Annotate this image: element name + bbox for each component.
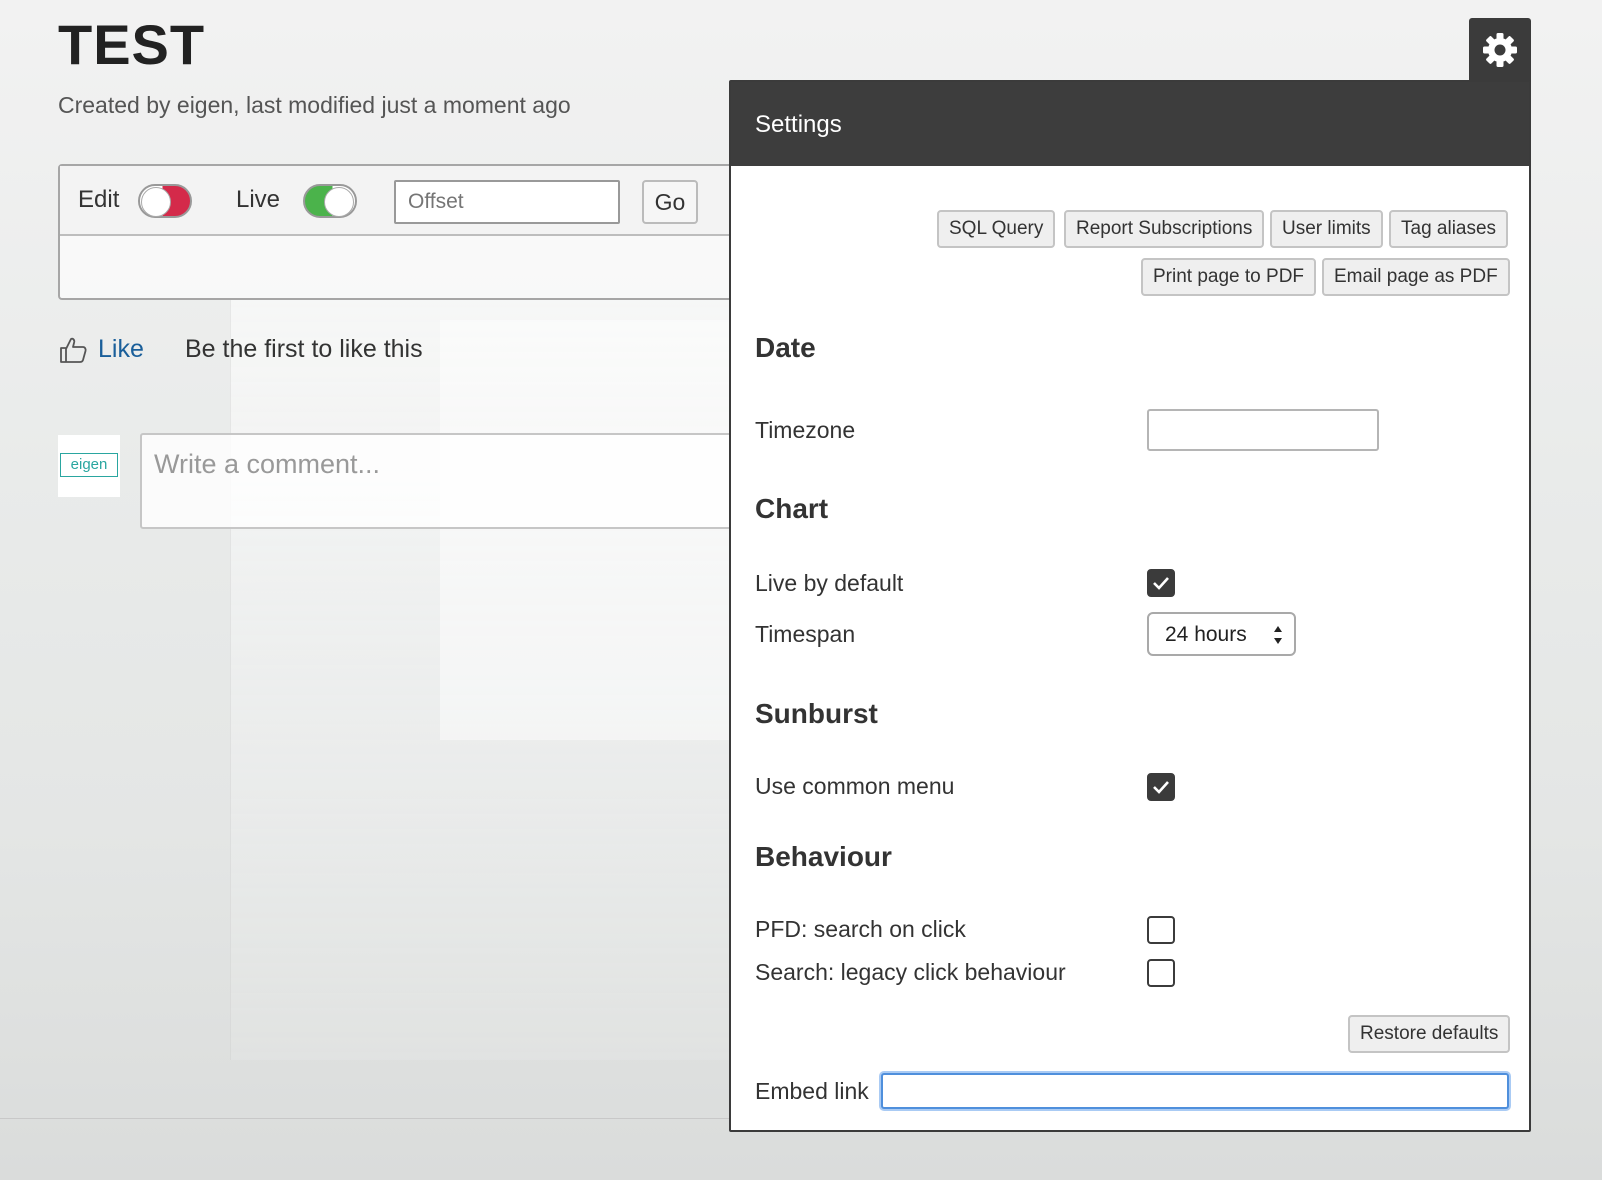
tag-aliases-button[interactable]: Tag aliases: [1389, 210, 1509, 248]
go-button[interactable]: Go: [642, 180, 698, 224]
gear-icon: [1483, 33, 1517, 67]
avatar[interactable]: eigen: [58, 435, 120, 497]
comment-placeholder: Write a comment...: [154, 449, 381, 479]
section-date: Date: [755, 332, 816, 363]
edit-toggle[interactable]: [138, 184, 192, 218]
edit-label: Edit: [78, 186, 120, 213]
pfd-search-checkbox[interactable]: [1147, 916, 1175, 944]
section-chart: Chart: [755, 493, 829, 524]
timezone-label: Timezone: [755, 417, 856, 443]
page-meta: Created by eigen, last modified just a m…: [58, 92, 571, 118]
legacy-click-label: Search: legacy click behaviour: [755, 959, 1066, 985]
user-limits-button[interactable]: User limits: [1270, 210, 1383, 248]
pfd-search-label: PFD: search on click: [755, 916, 966, 942]
background-image-detail: [440, 320, 740, 740]
controls-toolbar: Edit Live Go: [60, 166, 756, 236]
offset-input[interactable]: [394, 180, 620, 224]
footer-divider: [0, 1118, 760, 1119]
edit-toggle-knob: [141, 187, 171, 217]
print-page-pdf-button[interactable]: Print page to PDF: [1141, 258, 1317, 296]
timezone-input[interactable]: [1147, 409, 1379, 451]
legacy-click-checkbox[interactable]: [1147, 959, 1175, 987]
use-common-menu-label: Use common menu: [755, 773, 955, 799]
section-behaviour: Behaviour: [755, 841, 892, 872]
live-toggle-knob: [324, 187, 354, 217]
checkmark-icon: [1153, 577, 1169, 590]
live-label: Live: [236, 186, 281, 213]
like-link[interactable]: Like: [98, 335, 144, 364]
controls-box: Edit Live Go: [58, 164, 758, 300]
restore-defaults-button[interactable]: Restore defaults: [1348, 1015, 1511, 1053]
like-status-text: Be the first to like this: [185, 335, 423, 363]
live-by-default-checkbox[interactable]: [1147, 569, 1175, 597]
live-by-default-label: Live by default: [755, 570, 904, 596]
sql-query-button[interactable]: SQL Query: [937, 210, 1056, 248]
settings-toggle-button[interactable]: [1469, 18, 1531, 82]
email-page-pdf-button[interactable]: Email page as PDF: [1322, 258, 1510, 296]
timespan-label: Timespan: [755, 621, 856, 647]
report-subscriptions-button[interactable]: Report Subscriptions: [1064, 210, 1265, 248]
settings-panel: Settings SQL Query Report Subscriptions …: [729, 80, 1531, 1132]
thumbs-up-icon[interactable]: [58, 335, 88, 365]
settings-header: Settings: [731, 82, 1529, 166]
live-toggle[interactable]: [303, 184, 357, 218]
settings-title: Settings: [755, 111, 842, 138]
up-down-arrows-icon: [1274, 626, 1282, 644]
embed-link-input[interactable]: [881, 1073, 1509, 1109]
checkmark-icon: [1153, 781, 1169, 794]
timespan-value: 24 hours: [1165, 623, 1247, 646]
page-title: TEST: [58, 13, 206, 76]
embed-link-label: Embed link: [755, 1078, 869, 1104]
timespan-select[interactable]: 24 hours: [1147, 612, 1296, 656]
comment-input[interactable]: Write a comment...: [140, 433, 760, 529]
use-common-menu-checkbox[interactable]: [1147, 773, 1175, 801]
avatar-logo: eigen: [60, 453, 118, 477]
section-sunburst: Sunburst: [755, 698, 878, 729]
